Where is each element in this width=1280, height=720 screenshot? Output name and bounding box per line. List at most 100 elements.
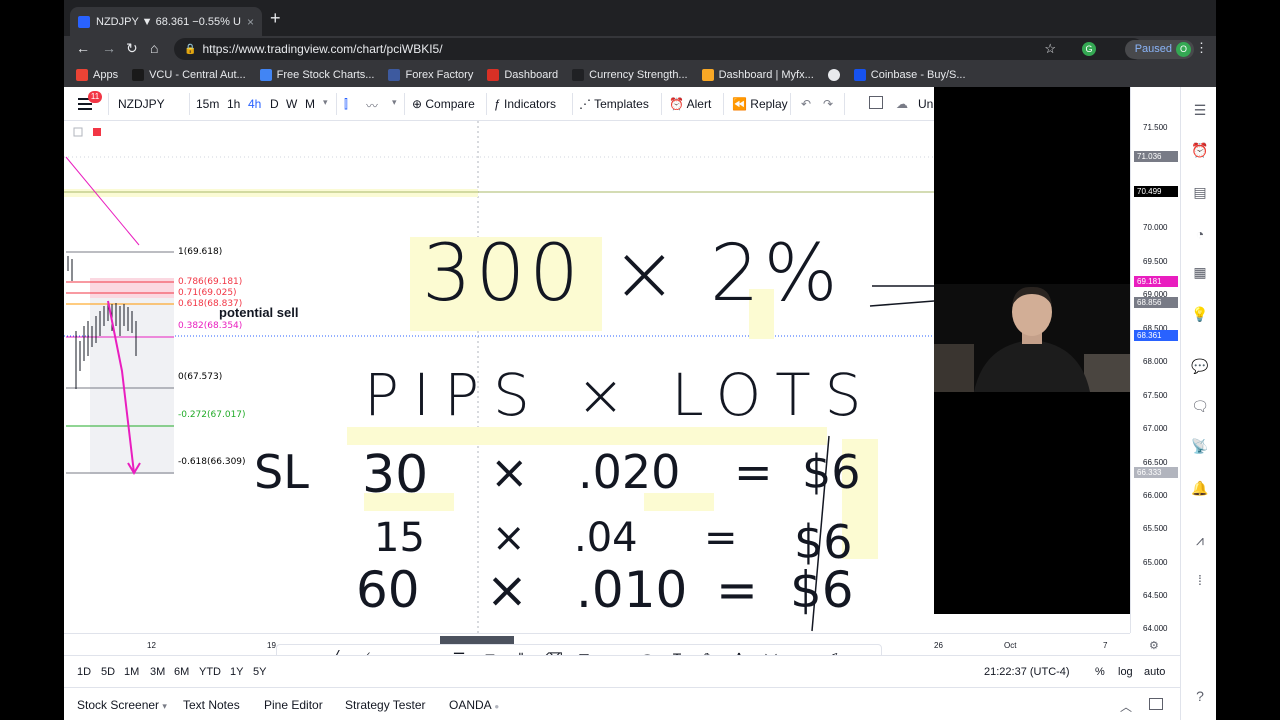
new-tab-button[interactable]: + bbox=[270, 9, 281, 27]
time-label: 7 bbox=[1103, 641, 1108, 650]
tab-stock-screener[interactable]: Stock Screener ▾ bbox=[77, 698, 167, 712]
line-chart-icon[interactable]: 〰 bbox=[366, 97, 378, 114]
chart-pane[interactable]: 1(69.618) 0.786(69.181) 0.71(69.025) 0.6… bbox=[64, 121, 935, 633]
bookmark-label: Coinbase - Buy/S... bbox=[870, 69, 966, 81]
reload-icon[interactable]: ↻ bbox=[126, 40, 138, 57]
bookmark-item[interactable]: Forex Factory bbox=[388, 69, 473, 81]
bottom-panels: Stock Screener ▾ Text Notes Pine Editor … bbox=[64, 687, 1180, 720]
browser-tab[interactable]: NZDJPY ▼ 68.361 −0.55% Unn × bbox=[70, 7, 262, 36]
bookmark-item[interactable]: Dashboard bbox=[487, 69, 558, 81]
candles-icon[interactable]: ⫿ bbox=[344, 97, 348, 112]
interval-d[interactable]: D bbox=[270, 97, 279, 111]
range-1y[interactable]: 1Y bbox=[230, 666, 243, 678]
auto-scale-toggle[interactable]: auto bbox=[1144, 666, 1165, 678]
data-window-icon[interactable]: ▤ bbox=[1191, 183, 1209, 201]
chevron-down-icon[interactable]: ▾ bbox=[392, 97, 397, 108]
indicators-label: Indicators bbox=[504, 97, 557, 111]
calendar-icon[interactable]: ▦ bbox=[1191, 263, 1209, 281]
bookmark-item[interactable]: Dashboard | Myfx... bbox=[701, 69, 814, 81]
bookmark-label: Dashboard | Myfx... bbox=[718, 69, 814, 81]
chats-icon[interactable]: 💬 bbox=[1191, 357, 1209, 375]
maximize-panel-icon[interactable] bbox=[1149, 698, 1163, 710]
tab-title: NZDJPY ▼ 68.361 −0.55% Unn bbox=[96, 15, 241, 28]
replay-button[interactable]: ⏪ Replay bbox=[732, 97, 788, 111]
bookmark-star-icon[interactable]: ☆ bbox=[1044, 41, 1056, 57]
range-1m[interactable]: 1M bbox=[124, 666, 139, 678]
replay-icon: ⏪ bbox=[732, 97, 751, 111]
bookmark-item[interactable]: Apps bbox=[76, 69, 118, 81]
fullscreen-icon[interactable] bbox=[869, 96, 883, 109]
price-axis[interactable]: 71.500 70.000 69.500 69.000 68.500 68.000 67.5… bbox=[1130, 87, 1180, 633]
range-5d[interactable]: 5D bbox=[101, 666, 115, 678]
annotation-text[interactable]: potential sell bbox=[219, 305, 298, 320]
range-ytd[interactable]: YTD bbox=[199, 666, 221, 678]
hotlist-icon[interactable]: ◔ bbox=[1191, 225, 1209, 243]
redo-icon[interactable]: ↷ bbox=[823, 97, 833, 111]
compare-button[interactable]: ⊕ Compare bbox=[412, 97, 475, 111]
alerts-icon[interactable]: ⏰ bbox=[1191, 141, 1209, 159]
fib-label-1: 1(69.618) bbox=[178, 247, 223, 257]
notifications-icon[interactable]: 🔔 bbox=[1191, 479, 1209, 497]
handwriting-line2: PIPS × LOTS bbox=[364, 361, 876, 429]
dom-icon[interactable]: ⁞ bbox=[1191, 571, 1209, 589]
address-field[interactable]: 🔒 https://www.tradingview.com/chart/pciW… bbox=[174, 38, 1144, 60]
tab-close-icon[interactable]: × bbox=[247, 15, 254, 29]
symbol-search[interactable]: NZDJPY bbox=[118, 97, 165, 111]
amount-value: $6 bbox=[790, 561, 854, 619]
bookmark-favicon-icon bbox=[259, 69, 272, 81]
interval-1h[interactable]: 1h bbox=[227, 97, 240, 111]
settings-gear-icon[interactable]: ⚙ bbox=[1149, 639, 1159, 652]
interval-m[interactable]: M bbox=[305, 97, 315, 111]
alert-button[interactable]: ⏰ Alert bbox=[669, 97, 711, 111]
bookmark-item[interactable]: VCU - Central Aut... bbox=[132, 69, 246, 81]
lock-icon: 🔒 bbox=[184, 43, 197, 55]
tab-strategy-tester[interactable]: Strategy Tester bbox=[345, 698, 425, 712]
ideas-icon[interactable]: 💡 bbox=[1191, 305, 1209, 323]
grammarly-extension-icon[interactable]: G bbox=[1082, 42, 1096, 56]
forward-icon[interactable]: → bbox=[102, 40, 116, 56]
bookmark-item[interactable]: Currency Strength... bbox=[572, 69, 688, 81]
undo-icon[interactable]: ↶ bbox=[801, 97, 811, 111]
templates-icon: ⋰ bbox=[579, 97, 595, 111]
bookmark-item[interactable]: Coinbase - Buy/S... bbox=[853, 69, 966, 81]
home-icon[interactable]: ⌂ bbox=[150, 40, 158, 56]
tab-text-notes[interactable]: Text Notes bbox=[183, 698, 240, 712]
range-3m[interactable]: 3M bbox=[150, 666, 165, 678]
chevron-down-icon[interactable]: ▾ bbox=[323, 97, 328, 108]
templates-button[interactable]: ⋰ Templates bbox=[579, 97, 649, 111]
help-icon[interactable]: ? bbox=[1191, 687, 1209, 705]
interval-4h[interactable]: 4h bbox=[248, 97, 261, 111]
notification-badge: 11 bbox=[88, 91, 102, 103]
pips-value: 60 bbox=[356, 561, 420, 619]
tab-pine-editor[interactable]: Pine Editor bbox=[264, 698, 323, 712]
times-sign: × bbox=[492, 515, 526, 561]
cloud-icon[interactable]: ☁ bbox=[896, 97, 908, 111]
messages-icon[interactable]: 🗨 bbox=[1191, 397, 1209, 415]
price-tag: 68.361 bbox=[1134, 330, 1178, 341]
templates-label: Templates bbox=[594, 97, 649, 111]
flag-icon bbox=[93, 128, 101, 136]
collapse-chevron-icon[interactable]: ︿ bbox=[1120, 698, 1132, 715]
interval-15m[interactable]: 15m bbox=[196, 97, 219, 111]
percent-scale-toggle[interactable]: % bbox=[1095, 666, 1105, 678]
time-label: 12 bbox=[147, 641, 156, 650]
range-6m[interactable]: 6M bbox=[174, 666, 189, 678]
panel-label: OANDA bbox=[449, 698, 492, 712]
range-5y[interactable]: 5Y bbox=[253, 666, 266, 678]
browser-menu-icon[interactable]: ⋮ bbox=[1195, 40, 1208, 56]
interval-w[interactable]: W bbox=[286, 97, 297, 111]
log-scale-toggle[interactable]: log bbox=[1118, 666, 1133, 678]
back-icon[interactable]: ← bbox=[76, 40, 90, 56]
stream-icon[interactable]: 📡 bbox=[1191, 437, 1209, 455]
bookmark-item[interactable] bbox=[827, 69, 840, 81]
range-1d[interactable]: 1D bbox=[77, 666, 91, 678]
pips-value: 30 bbox=[362, 445, 429, 505]
order-panel-icon[interactable]: ⩘ bbox=[1191, 531, 1209, 549]
tab-oanda[interactable]: OANDA ● bbox=[449, 698, 499, 712]
time-label: Oct bbox=[1004, 641, 1017, 650]
profile-button[interactable]: Paused O bbox=[1124, 40, 1194, 59]
indicators-button[interactable]: ƒ Indicators bbox=[494, 97, 556, 111]
bookmark-item[interactable]: Free Stock Charts... bbox=[259, 69, 374, 81]
watchlist-icon[interactable]: ☰ bbox=[1191, 101, 1209, 119]
bookmark-favicon-icon bbox=[76, 69, 88, 81]
